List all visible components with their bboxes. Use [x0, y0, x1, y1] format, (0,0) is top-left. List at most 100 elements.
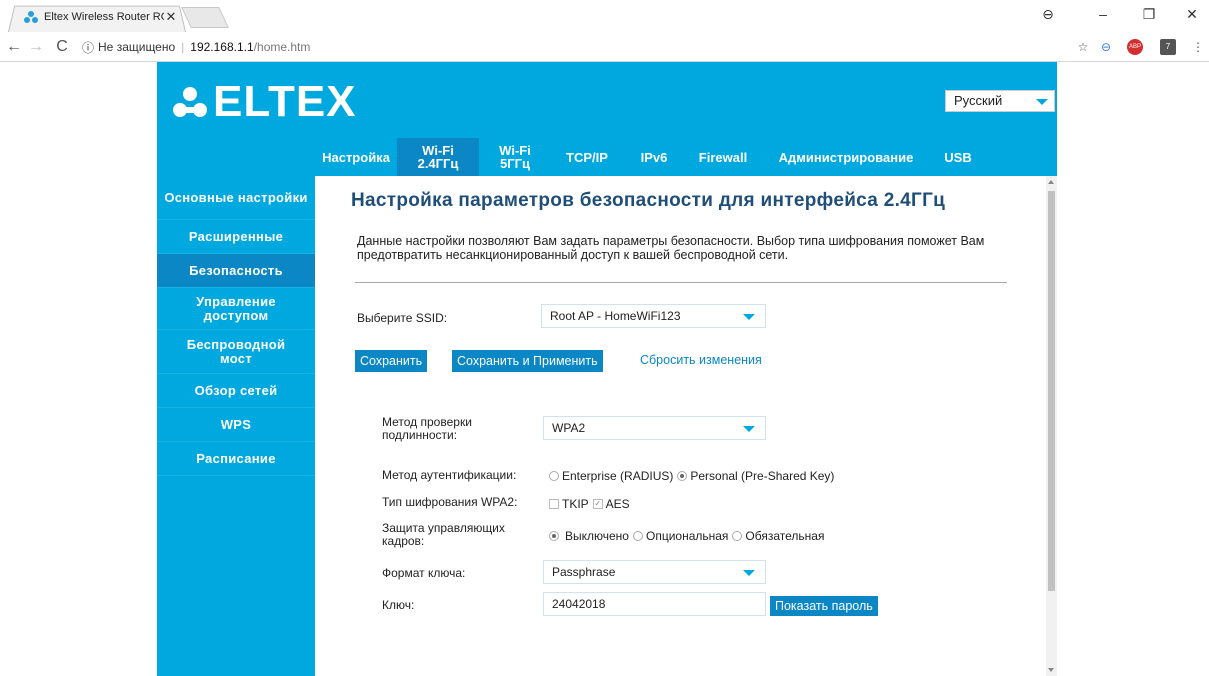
- aes-checkbox[interactable]: ✓: [592, 499, 603, 509]
- chevron-down-icon: [1036, 99, 1048, 105]
- scrollbar[interactable]: [1046, 176, 1057, 676]
- auth-enterprise-label: Enterprise (RADIUS): [562, 469, 674, 483]
- auth-method-label: Метод аутентификации:: [382, 468, 517, 482]
- extension-badge-icon[interactable]: 7: [1160, 39, 1176, 55]
- sidebar-item-access[interactable]: Управление доступом: [157, 288, 315, 330]
- sidebar-item-schedule[interactable]: Расписание: [157, 442, 315, 476]
- language-value: Русский: [954, 93, 1003, 108]
- minimize-icon[interactable]: –: [1085, 2, 1121, 26]
- tab-nastroika[interactable]: Настройка: [315, 138, 397, 176]
- divider: [355, 282, 1007, 283]
- ssid-select[interactable]: Root AP - HomeWiFi123: [541, 304, 766, 328]
- sidebar-item-label: Основные настройки: [164, 189, 308, 205]
- adblock-icon[interactable]: ABP: [1127, 39, 1143, 55]
- chevron-down-icon: [743, 570, 755, 576]
- back-icon[interactable]: ←: [4, 36, 24, 58]
- key-input[interactable]: 24042018: [543, 592, 766, 616]
- key-value: 24042018: [552, 597, 606, 611]
- tab-usb[interactable]: USB: [931, 138, 985, 176]
- pmf-optional-label: Опциональная: [645, 529, 729, 543]
- tab-wifi-5[interactable]: Wi-Fi 5ГГц: [479, 138, 551, 176]
- browser-tab-strip: Eltex Wireless Router RG- ✕ ⊖ – ❐ ✕: [0, 0, 1209, 32]
- router-page: ELTEX Русский Настройка Wi-Fi 2.4ГГц Wi-…: [157, 62, 1057, 676]
- bookmark-star-icon[interactable]: ☆: [1075, 39, 1091, 55]
- tab-label: Wi-Fi 5ГГц: [499, 143, 531, 171]
- tab-label: Настройка: [322, 149, 390, 165]
- pmf-off-label: Выключено: [565, 529, 629, 543]
- browser-menu-icon[interactable]: ⋮: [1190, 39, 1206, 55]
- page-description: Данные настройки позволяют Вам задать па…: [357, 234, 985, 262]
- close-window-icon[interactable]: ✕: [1174, 2, 1209, 26]
- sidebar-item-label: WPS: [220, 416, 252, 432]
- info-icon[interactable]: ⓘ: [82, 39, 94, 56]
- cipher-label: Тип шифрования WPA2:: [382, 495, 518, 509]
- chevron-down-icon: [743, 314, 755, 320]
- tab-tcpip[interactable]: TCP/IP: [551, 138, 623, 176]
- ssid-value: Root AP - HomeWiFi123: [550, 309, 681, 323]
- auth-personal-radio[interactable]: [677, 471, 688, 481]
- save-apply-button[interactable]: Сохранить и Применить: [452, 350, 603, 372]
- sidebar-item-label: Управление доступом: [196, 293, 276, 323]
- sidebar-item-wps[interactable]: WPS: [157, 408, 315, 442]
- save-button[interactable]: Сохранить: [355, 350, 428, 372]
- url-path: /home.htm: [253, 40, 311, 54]
- key-label: Ключ:: [382, 598, 415, 612]
- auth-check-select[interactable]: WPA2: [543, 416, 766, 440]
- scroll-down-icon[interactable]: [1048, 668, 1054, 672]
- profile-icon[interactable]: ⊖: [1030, 2, 1066, 26]
- sidebar-item-label: Расширенные: [188, 228, 284, 244]
- close-tab-icon[interactable]: ✕: [164, 9, 178, 25]
- auth-check-label: Метод проверки подлинности:: [382, 415, 472, 442]
- security-label: Не защищено: [98, 40, 176, 54]
- browser-tab-content[interactable]: Eltex Wireless Router RG- ✕: [24, 5, 178, 29]
- auth-method-options: Enterprise (RADIUS) Personal (Pre-Shared…: [549, 469, 834, 483]
- tkip-label: TKIP: [562, 497, 589, 511]
- tab-wifi-24[interactable]: Wi-Fi 2.4ГГц: [397, 138, 479, 176]
- pmf-required-radio[interactable]: [732, 531, 743, 541]
- scrollbar-thumb[interactable]: [1048, 191, 1055, 591]
- key-format-select[interactable]: Passphrase: [543, 560, 766, 584]
- sidebar-item-advanced[interactable]: Расширенные: [157, 220, 315, 254]
- language-select[interactable]: Русский: [945, 90, 1055, 112]
- key-format-label: Формат ключа:: [382, 566, 466, 580]
- reload-icon[interactable]: C: [52, 36, 72, 58]
- restore-icon[interactable]: ❐: [1131, 2, 1167, 26]
- page-title: Настройка параметров безопасности для ин…: [351, 190, 946, 211]
- tab-label: Firewall: [698, 149, 748, 165]
- sidebar-item-basic[interactable]: Основные настройки: [157, 176, 315, 220]
- extension-icon[interactable]: ⊖: [1098, 39, 1114, 55]
- browser-toolbar: ← → C ⓘ Не защищено | 192.168.1.1 /home.…: [0, 32, 1209, 62]
- address-bar[interactable]: ⓘ Не защищено | 192.168.1.1 /home.htm: [82, 37, 1072, 57]
- forward-icon[interactable]: →: [26, 36, 46, 58]
- scroll-up-icon[interactable]: [1048, 180, 1054, 184]
- new-tab-button[interactable]: [181, 7, 229, 28]
- aes-label: AES: [605, 497, 630, 511]
- eltex-logo[interactable]: ELTEX: [173, 77, 357, 126]
- pmf-label: Защита управляющих кадров:: [382, 521, 505, 548]
- tab-label: Wi-Fi 2.4ГГц: [417, 143, 459, 171]
- sidebar-item-label: Обзор сетей: [194, 382, 278, 398]
- tab-administration[interactable]: Администрирование: [761, 138, 931, 176]
- tkip-checkbox[interactable]: [549, 499, 559, 509]
- sidebar-item-security[interactable]: Безопасность: [157, 254, 315, 288]
- tab-label: TCP/IP: [566, 149, 608, 165]
- logo-text: ELTEX: [213, 77, 357, 126]
- auth-check-value: WPA2: [552, 421, 586, 435]
- pmf-off-radio[interactable]: [549, 531, 559, 541]
- eltex-logo-icon: [173, 85, 207, 119]
- sidebar-item-bridge[interactable]: Беспроводной мост: [157, 330, 315, 374]
- pmf-required-label: Обязательная: [745, 529, 825, 543]
- pmf-optional-radio[interactable]: [632, 531, 643, 541]
- tab-firewall[interactable]: Firewall: [685, 138, 761, 176]
- url-separator: |: [181, 40, 185, 54]
- main-content: Настройка параметров безопасности для ин…: [315, 176, 1046, 676]
- url-host: 192.168.1.1: [190, 40, 254, 54]
- page-header: ELTEX Русский Настройка Wi-Fi 2.4ГГц Wi-…: [157, 62, 1057, 176]
- sidebar-item-site-survey[interactable]: Обзор сетей: [157, 374, 315, 408]
- show-password-button[interactable]: Показать пароль: [770, 596, 878, 616]
- sidebar-item-label: Расписание: [196, 450, 276, 466]
- reset-changes-link[interactable]: Сбросить изменения: [640, 353, 762, 367]
- auth-enterprise-radio[interactable]: [549, 471, 559, 481]
- sidebar-item-label: Беспроводной мост: [186, 336, 286, 366]
- tab-ipv6[interactable]: IPv6: [623, 138, 685, 176]
